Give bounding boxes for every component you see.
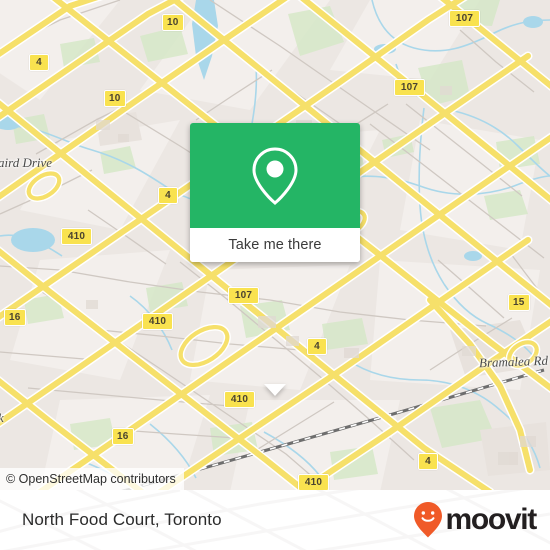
moovit-wordmark: moovit (445, 503, 537, 536)
street-label-partial: k (0, 410, 4, 426)
highway-shield: 410 (298, 474, 329, 491)
highway-shield: 107 (449, 10, 480, 27)
highway-shield: 410 (224, 391, 255, 408)
popup-tail (264, 384, 286, 396)
footer-bar: North Food Court, Toronto moovit (0, 490, 550, 550)
map-screenshot: 10 107 4 107 10 4 410 107 15 16 410 4 41… (0, 0, 550, 550)
highway-shield: 107 (228, 287, 259, 304)
popup-image-area (190, 123, 360, 228)
highway-shield: 16 (112, 428, 134, 445)
highway-shield: 410 (61, 228, 92, 245)
moovit-pin-smiley-icon (414, 502, 443, 538)
moovit-brand[interactable]: moovit (413, 501, 537, 539)
osm-attribution[interactable]: © OpenStreetMap contributors (0, 468, 184, 490)
street-label-bramalea-rd: Bramalea Rd (478, 352, 549, 371)
highway-shield: 107 (394, 79, 425, 96)
highway-shield: 10 (162, 14, 184, 31)
highway-shield: 4 (29, 54, 49, 71)
highway-shield: 4 (158, 187, 178, 204)
footer-content: North Food Court, Toronto moovit (0, 490, 550, 550)
highway-shield: 16 (4, 309, 26, 326)
place-name: North Food Court, Toronto (22, 510, 222, 529)
street-label-laird-drive: aird Drive (0, 155, 53, 170)
highway-shield: 10 (104, 90, 126, 107)
take-me-there-button[interactable]: Take me there (190, 228, 360, 262)
highway-shield: 410 (142, 313, 173, 330)
popup-card[interactable]: Take me there (190, 123, 360, 262)
highway-shield: 15 (508, 294, 530, 311)
location-popup[interactable]: Take me there (190, 123, 360, 396)
highway-shield: 4 (307, 338, 327, 355)
map-canvas[interactable]: 10 107 4 107 10 4 410 107 15 16 410 4 41… (0, 0, 550, 492)
highway-shield: 4 (418, 453, 438, 470)
map-pin-icon (252, 146, 298, 205)
